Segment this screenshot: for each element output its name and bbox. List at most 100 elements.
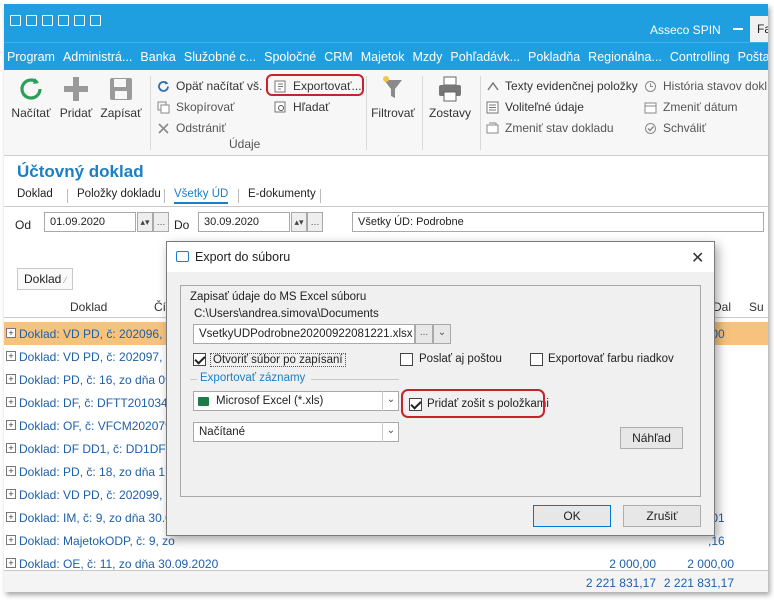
approve-icon [644,122,658,135]
reload-all-button[interactable]: Opäť načítať vš. [157,76,262,96]
tab-all-documents[interactable]: Všetky ÚD [174,188,229,204]
filter-row: Od 01.09.2020 ▴▾ … Do 30.09.2020 ▴▾ … Vš… [4,210,768,236]
menu-bank[interactable]: Banka [140,50,175,64]
expand-icon[interactable]: + [6,420,16,430]
approve-button[interactable]: Schváliť [644,118,706,138]
ok-button[interactable]: OK [533,505,611,527]
save-button[interactable]: Zapísať [98,74,144,120]
expand-icon[interactable]: + [6,512,16,522]
menu-business-trips[interactable]: Služobné c... [184,50,256,64]
to-date-input[interactable]: 30.09.2020 [198,212,290,232]
texts-icon [486,80,500,93]
export-color-checkbox[interactable] [530,353,543,366]
remove-button[interactable]: Odstrániť [157,118,226,138]
header-document[interactable]: Doklad [70,300,107,314]
reports-button[interactable]: Zostavy [424,74,476,120]
menu-payroll[interactable]: Mzdy [413,50,443,64]
expand-icon[interactable]: + [6,489,16,499]
from-date-spinner[interactable]: ▴▾ [137,212,153,232]
cancel-button[interactable]: Zrušiť [623,505,701,527]
group-chip[interactable]: Doklad ⁄ [17,268,74,290]
menu-administration[interactable]: Administrá... [63,50,132,64]
view-select[interactable]: Všetky ÚD: Podrobne [352,212,764,232]
change-state-button[interactable]: Zmeniť stav dokladu [486,118,614,138]
to-date-spinner[interactable]: ▴▾ [291,212,307,232]
open-after-checkbox[interactable] [193,353,206,366]
tab-document-items[interactable]: Položky dokladu [77,188,161,200]
browse-button[interactable]: ... [415,324,433,344]
history-icon [644,80,658,93]
send-mail-checkbox[interactable] [400,353,413,366]
records-select[interactable]: Načítané [193,422,399,442]
row-label: Doklad: PD, č: 18, zo dňa 17. [19,465,176,479]
quick-access-icon[interactable] [26,15,37,26]
chevron-down-icon[interactable]: ⌄ [382,391,399,411]
close-icon [157,122,171,135]
menu-receivables[interactable]: Pohľadávk... [450,50,520,64]
calendar-icon [644,101,658,114]
close-icon[interactable]: ✕ [691,248,704,268]
ribbon-separator [480,76,481,150]
menu-assets[interactable]: Majetok [361,50,405,64]
format-select[interactable]: Microsof Excel (*.xls) [193,391,399,411]
menu-common[interactable]: Spoločné [264,50,316,64]
preview-button[interactable]: Náhľad [620,427,683,449]
from-date-input[interactable]: 01.09.2020 [44,212,136,232]
find-button[interactable]: Hľadať [274,97,330,117]
menu-mail[interactable]: Pošta [738,50,768,64]
window-tab[interactable]: Fa [750,16,768,42]
row-label: Doklad: VD PD, č: 202099, zo [19,488,179,502]
export-color-label[interactable]: Exportovať farbu riadkov [548,353,674,365]
ribbon-group-label: Údaje [229,137,261,151]
tab-e-documents[interactable]: E-dokumenty [248,188,316,200]
plus-icon [61,74,91,104]
menu-crm[interactable]: CRM [324,50,352,64]
state-history-button[interactable]: História stavov dokl [644,76,767,96]
find-icon [274,101,288,114]
filter-button[interactable]: Filtrovať [368,74,418,120]
row-label: Doklad: VD PD, č: 202096, zo [19,327,179,341]
ribbon-separator [150,76,151,150]
add-button[interactable]: Pridať [56,74,96,120]
chevron-down-icon[interactable]: ⌄ [382,422,399,442]
export-options-panel: Zapisať údaje do MS Excel súboru C:\User… [180,285,701,497]
chevron-down-icon[interactable]: ⌄ [433,324,451,344]
expand-icon[interactable]: + [6,535,16,545]
item-texts-button[interactable]: Texty evidenčnej položky [486,76,638,96]
expand-icon[interactable]: + [6,351,16,361]
quick-access-icon[interactable] [42,15,53,26]
expand-icon[interactable]: + [6,374,16,384]
header-su[interactable]: Su [749,300,764,314]
section-divider [311,379,399,380]
to-date-picker[interactable]: … [307,212,323,232]
expand-icon[interactable]: + [6,397,16,407]
to-label: Do [174,218,190,232]
open-after-label[interactable]: Otvoriť súbor po zapísaní [210,353,346,367]
copy-button[interactable]: Skopírovať [157,97,235,117]
tab-separator [164,189,165,203]
tab-document[interactable]: Doklad [17,188,53,200]
expand-icon[interactable]: + [6,558,16,568]
filename-input[interactable]: VsetkyUDPodrobne20200922081221.xlsx [193,324,415,344]
expand-icon[interactable]: + [6,466,16,476]
menu-program[interactable]: Program [7,50,55,64]
mail-icon[interactable] [58,15,69,26]
send-mail-label[interactable]: Poslať aj poštou [419,353,502,365]
optional-data-button[interactable]: Voliteľné údaje [486,97,584,117]
menu-controlling[interactable]: Controlling [670,50,730,64]
from-date-picker[interactable]: … [153,212,169,232]
total-debit: 2 221 831,17 [585,576,656,590]
expand-icon[interactable]: + [6,443,16,453]
quick-access-icon[interactable] [10,15,21,26]
header-credit[interactable]: Dal [713,300,731,314]
print-icon[interactable] [90,15,101,26]
load-button[interactable]: Načítať [10,74,52,120]
row-label: Doklad: DF, č: DFTT201034, [19,396,172,410]
menu-regional[interactable]: Regionálna... [588,50,662,64]
change-date-button[interactable]: Zmeniť dátum [644,97,738,117]
minimize-icon[interactable] [733,28,743,30]
funnel-icon [378,74,408,104]
expand-icon[interactable]: + [6,328,16,338]
print-icon[interactable] [74,15,85,26]
menu-cash-desk[interactable]: Pokladňa [528,50,580,64]
